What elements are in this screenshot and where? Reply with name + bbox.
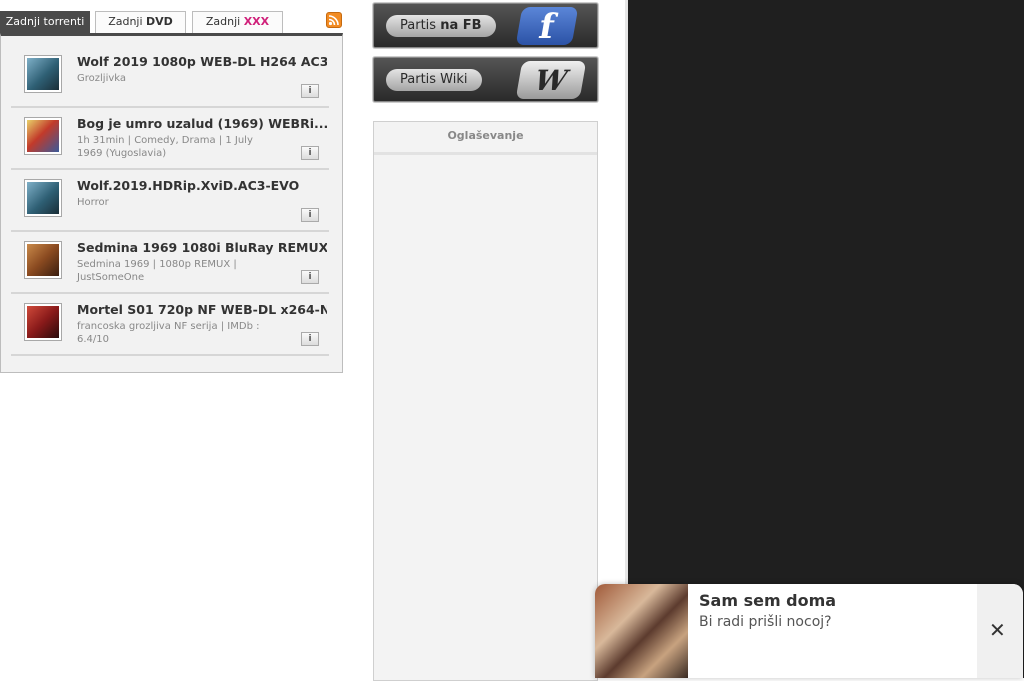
tab-zadnji-xxx[interactable]: Zadnji XXX — [192, 11, 283, 33]
popup-photo[interactable] — [595, 584, 688, 678]
torrent-row[interactable]: Wolf.2019.HDRip.XviD.AC3-EVO Horror i — [11, 170, 329, 232]
torrent-thumbnail[interactable] — [24, 303, 62, 341]
tab-zadnji-dvd[interactable]: Zadnji DVD — [95, 11, 186, 33]
torrent-title[interactable]: Wolf.2019.HDRip.XviD.AC3-EVO — [77, 178, 327, 193]
torrent-title[interactable]: Wolf 2019 1080p WEB-DL H264 AC3... — [77, 54, 327, 69]
torrent-subtitle: Sedmina 1969 | 1080p REMUX | JustSomeOne — [77, 259, 237, 283]
torrent-title[interactable]: Sedmina 1969 1080i BluRay REMUX... — [77, 240, 327, 255]
info-button[interactable]: i — [301, 270, 319, 284]
popup-text[interactable]: Bi radi prišli nocoj? — [699, 614, 832, 630]
info-button[interactable]: i — [301, 332, 319, 346]
popup-close-button[interactable]: ✕ — [977, 584, 1023, 678]
torrent-list: Wolf 2019 1080p WEB-DL H264 AC3... Grozl… — [0, 33, 343, 373]
partis-wiki-button[interactable]: Partis Wiki W — [373, 57, 598, 102]
torrent-thumbnail[interactable] — [24, 179, 62, 217]
torrent-thumbnail[interactable] — [24, 241, 62, 279]
popup-title[interactable]: Sam sem doma — [699, 591, 836, 610]
torrent-title[interactable]: Bog je umro uzalud (1969) WEBRi... — [77, 116, 327, 131]
torrent-row[interactable]: Wolf 2019 1080p WEB-DL H264 AC3... Grozl… — [11, 46, 329, 108]
info-button[interactable]: i — [301, 146, 319, 160]
wiki-button-label: Partis Wiki — [386, 69, 482, 91]
torrent-thumbnail[interactable] — [24, 117, 62, 155]
torrent-thumbnail[interactable] — [24, 55, 62, 93]
torrent-tabs: Zadnji torrenti Zadnji DVD Zadnji XXX — [0, 11, 344, 33]
tab-zadnji-torrenti[interactable]: Zadnji torrenti — [0, 11, 90, 33]
torrent-subtitle: francoska grozljiva NF serija | IMDb : 6… — [77, 321, 260, 345]
wiki-icon: W — [515, 61, 587, 99]
facebook-label-prefix: Partis — [400, 18, 441, 33]
advertising-box: Oglaševanje — [373, 121, 598, 681]
facebook-icon: f — [515, 7, 579, 47]
advertising-heading: Oglaševanje — [374, 122, 597, 155]
tab-label: Zadnji — [205, 15, 244, 28]
dark-background-panel — [625, 0, 1024, 678]
torrent-subtitle: 1h 31min | Comedy, Drama | 1 July 1969 (… — [77, 135, 253, 159]
torrent-subtitle: Horror — [77, 197, 109, 208]
tab-label-bold: DVD — [146, 15, 173, 28]
torrent-title[interactable]: Mortel S01 720p NF WEB-DL x264-NTG — [77, 302, 327, 317]
tab-label-xxx: XXX — [243, 15, 270, 28]
tab-label: Zadnji torrenti — [5, 15, 85, 28]
torrent-subtitle: Grozljivka — [77, 73, 127, 84]
info-button[interactable]: i — [301, 208, 319, 222]
close-icon: ✕ — [989, 618, 1006, 642]
rss-icon[interactable] — [326, 12, 342, 28]
info-button[interactable]: i — [301, 84, 319, 98]
facebook-button-label: Partis na FB — [386, 15, 496, 37]
torrent-row[interactable]: Mortel S01 720p NF WEB-DL x264-NTG franc… — [11, 294, 329, 356]
torrent-row[interactable]: Sedmina 1969 1080i BluRay REMUX... Sedmi… — [11, 232, 329, 294]
facebook-label-bold: na FB — [440, 18, 482, 33]
partis-facebook-button[interactable]: Partis na FB f — [373, 3, 598, 48]
tab-label: Zadnji — [108, 15, 147, 28]
torrent-row[interactable]: Bog je umro uzalud (1969) WEBRi... 1h 31… — [11, 108, 329, 170]
notification-popup[interactable]: Sam sem doma Bi radi prišli nocoj? ✕ — [595, 584, 1023, 678]
